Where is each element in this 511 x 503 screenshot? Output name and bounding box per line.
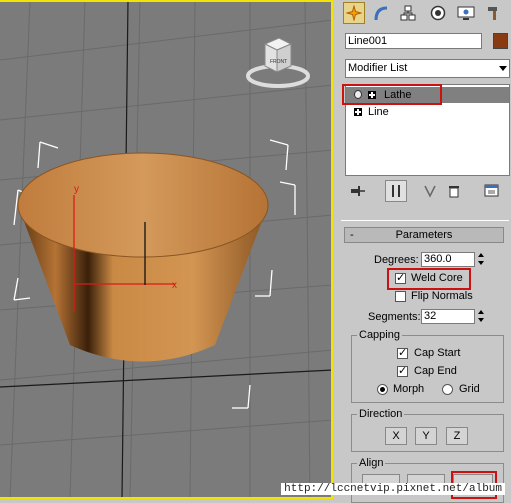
parameters-title: Parameters bbox=[395, 229, 453, 241]
grid-label: Grid bbox=[459, 383, 480, 395]
modifier-list-label: Modifier List bbox=[348, 62, 408, 74]
degrees-label: Degrees: bbox=[374, 254, 419, 266]
morph-label: Morph bbox=[393, 383, 425, 395]
axis-x-label: x bbox=[172, 280, 177, 291]
direction-title: Direction bbox=[357, 408, 405, 420]
remove-modifier-button[interactable] bbox=[443, 180, 465, 202]
object-name-field[interactable]: Line001 bbox=[345, 33, 482, 49]
cap-end-checkbox[interactable] bbox=[397, 364, 408, 377]
weld-core-checkbox[interactable] bbox=[395, 271, 406, 284]
parameters-rollout-header[interactable]: - Parameters bbox=[344, 227, 504, 243]
pin-stack-button[interactable] bbox=[347, 180, 369, 202]
motion-icon bbox=[430, 5, 446, 21]
configure-icon bbox=[484, 184, 499, 197]
viewcube-face-label: FRONT bbox=[270, 59, 287, 65]
degrees-input[interactable]: 360.0 bbox=[421, 252, 475, 267]
segments-spinner[interactable] bbox=[477, 309, 486, 324]
trash-icon bbox=[449, 186, 459, 198]
flip-normals-label: Flip Normals bbox=[411, 290, 473, 302]
object-color-swatch[interactable] bbox=[493, 33, 508, 49]
flip-normals-checkbox[interactable] bbox=[395, 291, 406, 302]
expand-icon[interactable] bbox=[354, 108, 362, 116]
segments-label: Segments: bbox=[368, 311, 421, 323]
weld-core-label: Weld Core bbox=[411, 272, 463, 284]
viewcube[interactable]: FRONT bbox=[245, 36, 315, 92]
make-unique-button[interactable] bbox=[419, 180, 441, 202]
lightbulb-icon[interactable] bbox=[354, 90, 362, 99]
configure-sets-button[interactable] bbox=[481, 180, 503, 202]
hammer-icon bbox=[488, 7, 497, 20]
show-end-result-button[interactable] bbox=[385, 180, 407, 202]
grid-radio[interactable] bbox=[442, 384, 453, 395]
align-title: Align bbox=[357, 457, 386, 469]
stack-item-label: Lathe bbox=[384, 89, 412, 101]
chevron-down-icon bbox=[499, 66, 507, 71]
hierarchy-icon bbox=[400, 5, 416, 21]
modifier-stack[interactable]: Lathe Line bbox=[345, 84, 510, 176]
end-result-icon bbox=[392, 185, 400, 197]
direction-z-button[interactable]: Z bbox=[446, 427, 468, 445]
motion-tab[interactable] bbox=[427, 2, 449, 24]
stack-item-lathe[interactable]: Lathe bbox=[346, 87, 509, 103]
axis-y-label: y bbox=[74, 184, 79, 195]
pin-icon bbox=[351, 186, 365, 196]
create-tab[interactable] bbox=[343, 2, 365, 24]
sparkle-icon bbox=[346, 5, 362, 21]
modify-tab[interactable] bbox=[370, 2, 392, 24]
segments-input[interactable]: 32 bbox=[421, 309, 475, 324]
direction-y-button[interactable]: Y bbox=[415, 427, 437, 445]
bend-icon bbox=[374, 6, 388, 21]
lathe-cup-object bbox=[17, 152, 269, 362]
make-unique-icon bbox=[424, 185, 436, 198]
display-tab[interactable] bbox=[455, 2, 477, 24]
utilities-tab[interactable] bbox=[483, 2, 505, 24]
expand-icon[interactable] bbox=[368, 91, 376, 99]
capping-title: Capping bbox=[357, 329, 402, 341]
cap-end-label: Cap End bbox=[414, 365, 457, 377]
cap-start-label: Cap Start bbox=[414, 347, 461, 359]
collapse-icon: - bbox=[350, 229, 354, 241]
direction-x-button[interactable]: X bbox=[385, 427, 407, 445]
command-panel: Line001 Modifier List Lathe Line - Param… bbox=[335, 0, 511, 503]
modifier-list-dropdown[interactable]: Modifier List bbox=[345, 59, 510, 78]
stack-item-label: Line bbox=[368, 106, 389, 118]
perspective-viewport[interactable]: y x FRONT bbox=[0, 0, 333, 499]
display-icon bbox=[457, 6, 475, 20]
stack-item-line[interactable]: Line bbox=[346, 104, 509, 120]
watermark-url: http://lccnetvip.pixnet.net/album bbox=[281, 483, 505, 495]
cap-start-checkbox[interactable] bbox=[397, 346, 408, 359]
hierarchy-tab[interactable] bbox=[397, 2, 419, 24]
morph-radio[interactable] bbox=[377, 384, 388, 395]
degrees-spinner[interactable] bbox=[477, 252, 486, 267]
